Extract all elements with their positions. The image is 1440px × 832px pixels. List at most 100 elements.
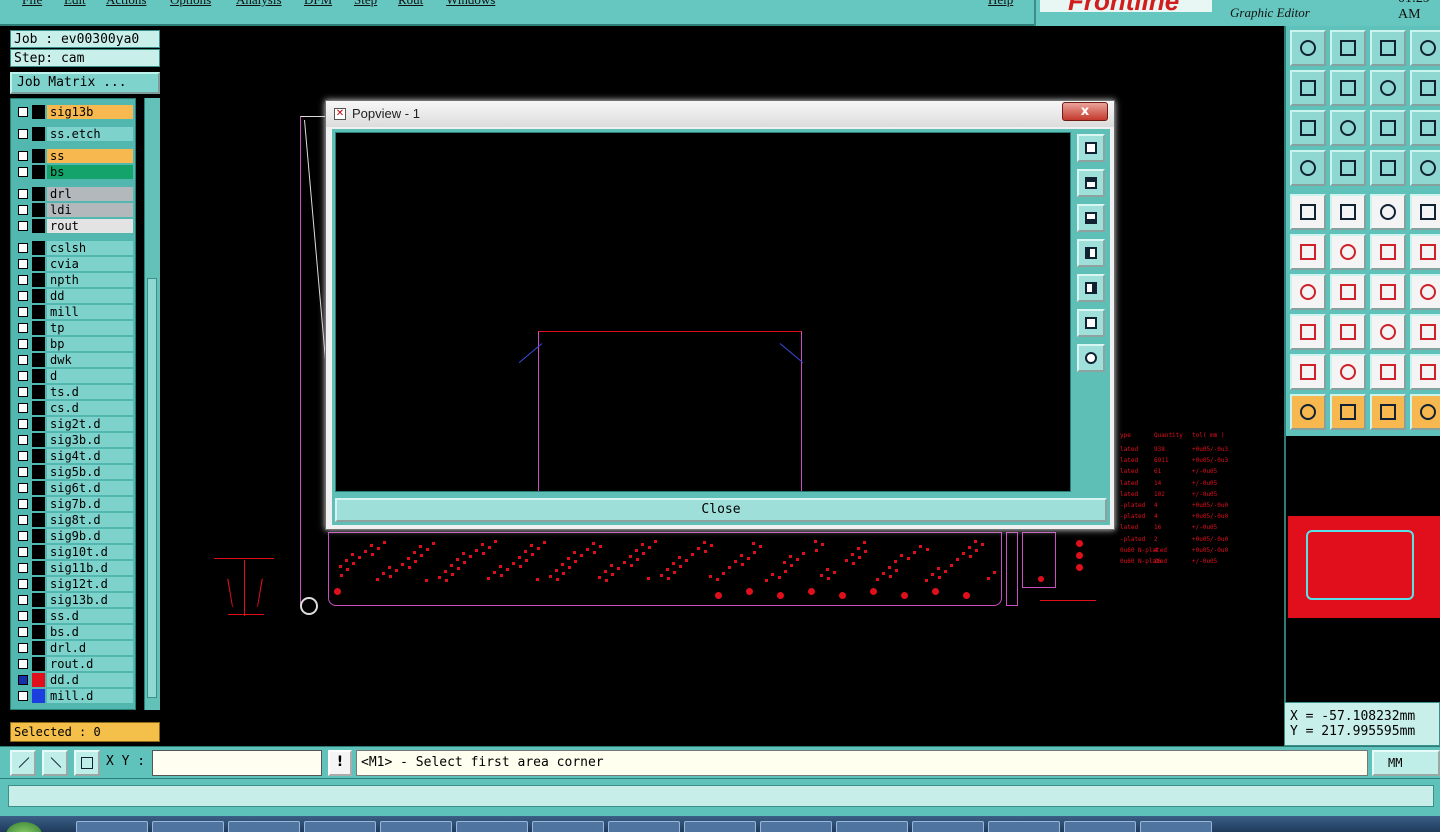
measure-tool[interactable] bbox=[1370, 194, 1406, 230]
rotate-tool[interactable] bbox=[1370, 274, 1406, 310]
layer-checkbox[interactable] bbox=[18, 259, 28, 269]
layer-row[interactable]: ts.d bbox=[15, 385, 133, 399]
layer-checkbox[interactable] bbox=[18, 419, 28, 429]
layer-checkbox[interactable] bbox=[18, 691, 28, 701]
menu-actions[interactable]: Actions bbox=[106, 0, 146, 8]
layer-checkbox[interactable] bbox=[18, 403, 28, 413]
layer-link2-tool[interactable] bbox=[1410, 150, 1440, 186]
arc-point2-tool[interactable] bbox=[1410, 234, 1440, 270]
add-pad-tool[interactable] bbox=[1290, 314, 1326, 350]
text-a-tool[interactable] bbox=[1330, 354, 1366, 390]
layer-row[interactable]: sig13b bbox=[15, 105, 133, 119]
layer-row[interactable]: rout bbox=[15, 219, 133, 233]
settings-tool[interactable] bbox=[1290, 150, 1326, 186]
pan-right-button[interactable] bbox=[1077, 274, 1105, 302]
layer-row[interactable]: sig8t.d bbox=[15, 513, 133, 527]
taskbar-item[interactable] bbox=[380, 821, 452, 832]
layer-row[interactable]: dd bbox=[15, 289, 133, 303]
layer-checkbox[interactable] bbox=[18, 323, 28, 333]
layer-checkbox[interactable] bbox=[18, 627, 28, 637]
start-button[interactable] bbox=[6, 822, 42, 832]
xy-input[interactable] bbox=[152, 750, 322, 776]
menu-options[interactable]: Options bbox=[170, 0, 211, 8]
taskbar-item[interactable] bbox=[228, 821, 300, 832]
layer-checkbox[interactable] bbox=[18, 291, 28, 301]
move-left-tool[interactable] bbox=[1290, 70, 1326, 106]
popview-titlebar[interactable]: ✕ Popview - 1 bbox=[326, 101, 1114, 127]
layer-checkbox[interactable] bbox=[18, 675, 28, 685]
layer-checkbox[interactable] bbox=[18, 355, 28, 365]
taskbar-item[interactable] bbox=[456, 821, 528, 832]
snake-tool[interactable] bbox=[1410, 70, 1440, 106]
layer-row[interactable]: bs.d bbox=[15, 625, 133, 639]
move-right-tool[interactable] bbox=[1330, 70, 1366, 106]
cross-tool[interactable] bbox=[1330, 234, 1366, 270]
menu-dfm[interactable]: DFM bbox=[304, 0, 332, 8]
layer-checkbox[interactable] bbox=[18, 371, 28, 381]
move-down-tool[interactable] bbox=[1330, 30, 1366, 66]
layer-checkbox[interactable] bbox=[18, 129, 28, 139]
layer-row[interactable]: bp bbox=[15, 337, 133, 351]
layer-checkbox[interactable] bbox=[18, 483, 28, 493]
zoom-fit-button[interactable] bbox=[1077, 309, 1105, 337]
help-tool[interactable] bbox=[1410, 110, 1440, 146]
group-tool[interactable] bbox=[1410, 314, 1440, 350]
select-lasso-tool[interactable] bbox=[1370, 394, 1406, 430]
dimension-tool[interactable] bbox=[1370, 314, 1406, 350]
menu-help[interactable]: Help bbox=[988, 0, 1013, 8]
angle-tool[interactable] bbox=[1290, 274, 1326, 310]
layer-row[interactable]: npth bbox=[15, 273, 133, 287]
layer-checkbox[interactable] bbox=[18, 643, 28, 653]
layer-checkbox[interactable] bbox=[18, 547, 28, 557]
split-view-tool[interactable] bbox=[1410, 30, 1440, 66]
layer-row[interactable]: sig12t.d bbox=[15, 577, 133, 591]
popview-close-button[interactable]: Close bbox=[335, 498, 1107, 522]
overview-map[interactable] bbox=[1284, 436, 1440, 702]
layer-checkbox[interactable] bbox=[18, 189, 28, 199]
layer-checkbox[interactable] bbox=[18, 275, 28, 285]
edit-line-tool[interactable] bbox=[1330, 274, 1366, 310]
layer-row[interactable]: sig4t.d bbox=[15, 449, 133, 463]
taskbar-item[interactable] bbox=[760, 821, 832, 832]
job-matrix-button[interactable]: Job Matrix ... bbox=[10, 72, 160, 94]
taskbar-item[interactable] bbox=[532, 821, 604, 832]
text-c-tool[interactable] bbox=[1410, 354, 1440, 390]
taskbar-item[interactable] bbox=[1140, 821, 1212, 832]
move-up-tool[interactable] bbox=[1290, 30, 1326, 66]
layer-row[interactable]: bs bbox=[15, 165, 133, 179]
unit-selector[interactable]: MM bbox=[1372, 750, 1440, 776]
layer-row[interactable]: sig6t.d bbox=[15, 481, 133, 495]
taskbar-item[interactable] bbox=[608, 821, 680, 832]
layer-row[interactable]: ss.d bbox=[15, 609, 133, 623]
taskbar-item[interactable] bbox=[988, 821, 1060, 832]
scrollbar-thumb[interactable] bbox=[147, 278, 157, 698]
layer-row[interactable]: tp bbox=[15, 321, 133, 335]
select-multi-tool[interactable] bbox=[1410, 394, 1440, 430]
taskbar-item[interactable] bbox=[76, 821, 148, 832]
one-to-one-tool[interactable] bbox=[1370, 110, 1406, 146]
layer-checkbox[interactable] bbox=[18, 579, 28, 589]
mirror-tool[interactable] bbox=[1410, 274, 1440, 310]
grid-button[interactable] bbox=[74, 750, 100, 776]
layer-row[interactable]: sig7b.d bbox=[15, 497, 133, 511]
taskbar-item[interactable] bbox=[836, 821, 908, 832]
layer-checkbox[interactable] bbox=[18, 515, 28, 525]
pad-tool[interactable] bbox=[1290, 194, 1326, 230]
layer-row[interactable]: dwk bbox=[15, 353, 133, 367]
layer-checkbox[interactable] bbox=[18, 107, 28, 117]
layer-checkbox[interactable] bbox=[18, 339, 28, 349]
taskbar-item[interactable] bbox=[304, 821, 376, 832]
layer-row[interactable]: sig10t.d bbox=[15, 545, 133, 559]
layer-row[interactable]: sig11b.d bbox=[15, 561, 133, 575]
zoom-fit-tool[interactable] bbox=[1290, 110, 1326, 146]
layer-checkbox[interactable] bbox=[18, 531, 28, 541]
taskbar-item[interactable] bbox=[1064, 821, 1136, 832]
layer-checkbox[interactable] bbox=[18, 307, 28, 317]
pan-down-button[interactable] bbox=[1077, 204, 1105, 232]
layer-row[interactable]: sig9b.d bbox=[15, 529, 133, 543]
layer-row[interactable]: cslsh bbox=[15, 241, 133, 255]
layer-checkbox[interactable] bbox=[18, 451, 28, 461]
taskbar-item[interactable] bbox=[152, 821, 224, 832]
layer-checkbox[interactable] bbox=[18, 387, 28, 397]
select-tool[interactable] bbox=[1290, 394, 1326, 430]
